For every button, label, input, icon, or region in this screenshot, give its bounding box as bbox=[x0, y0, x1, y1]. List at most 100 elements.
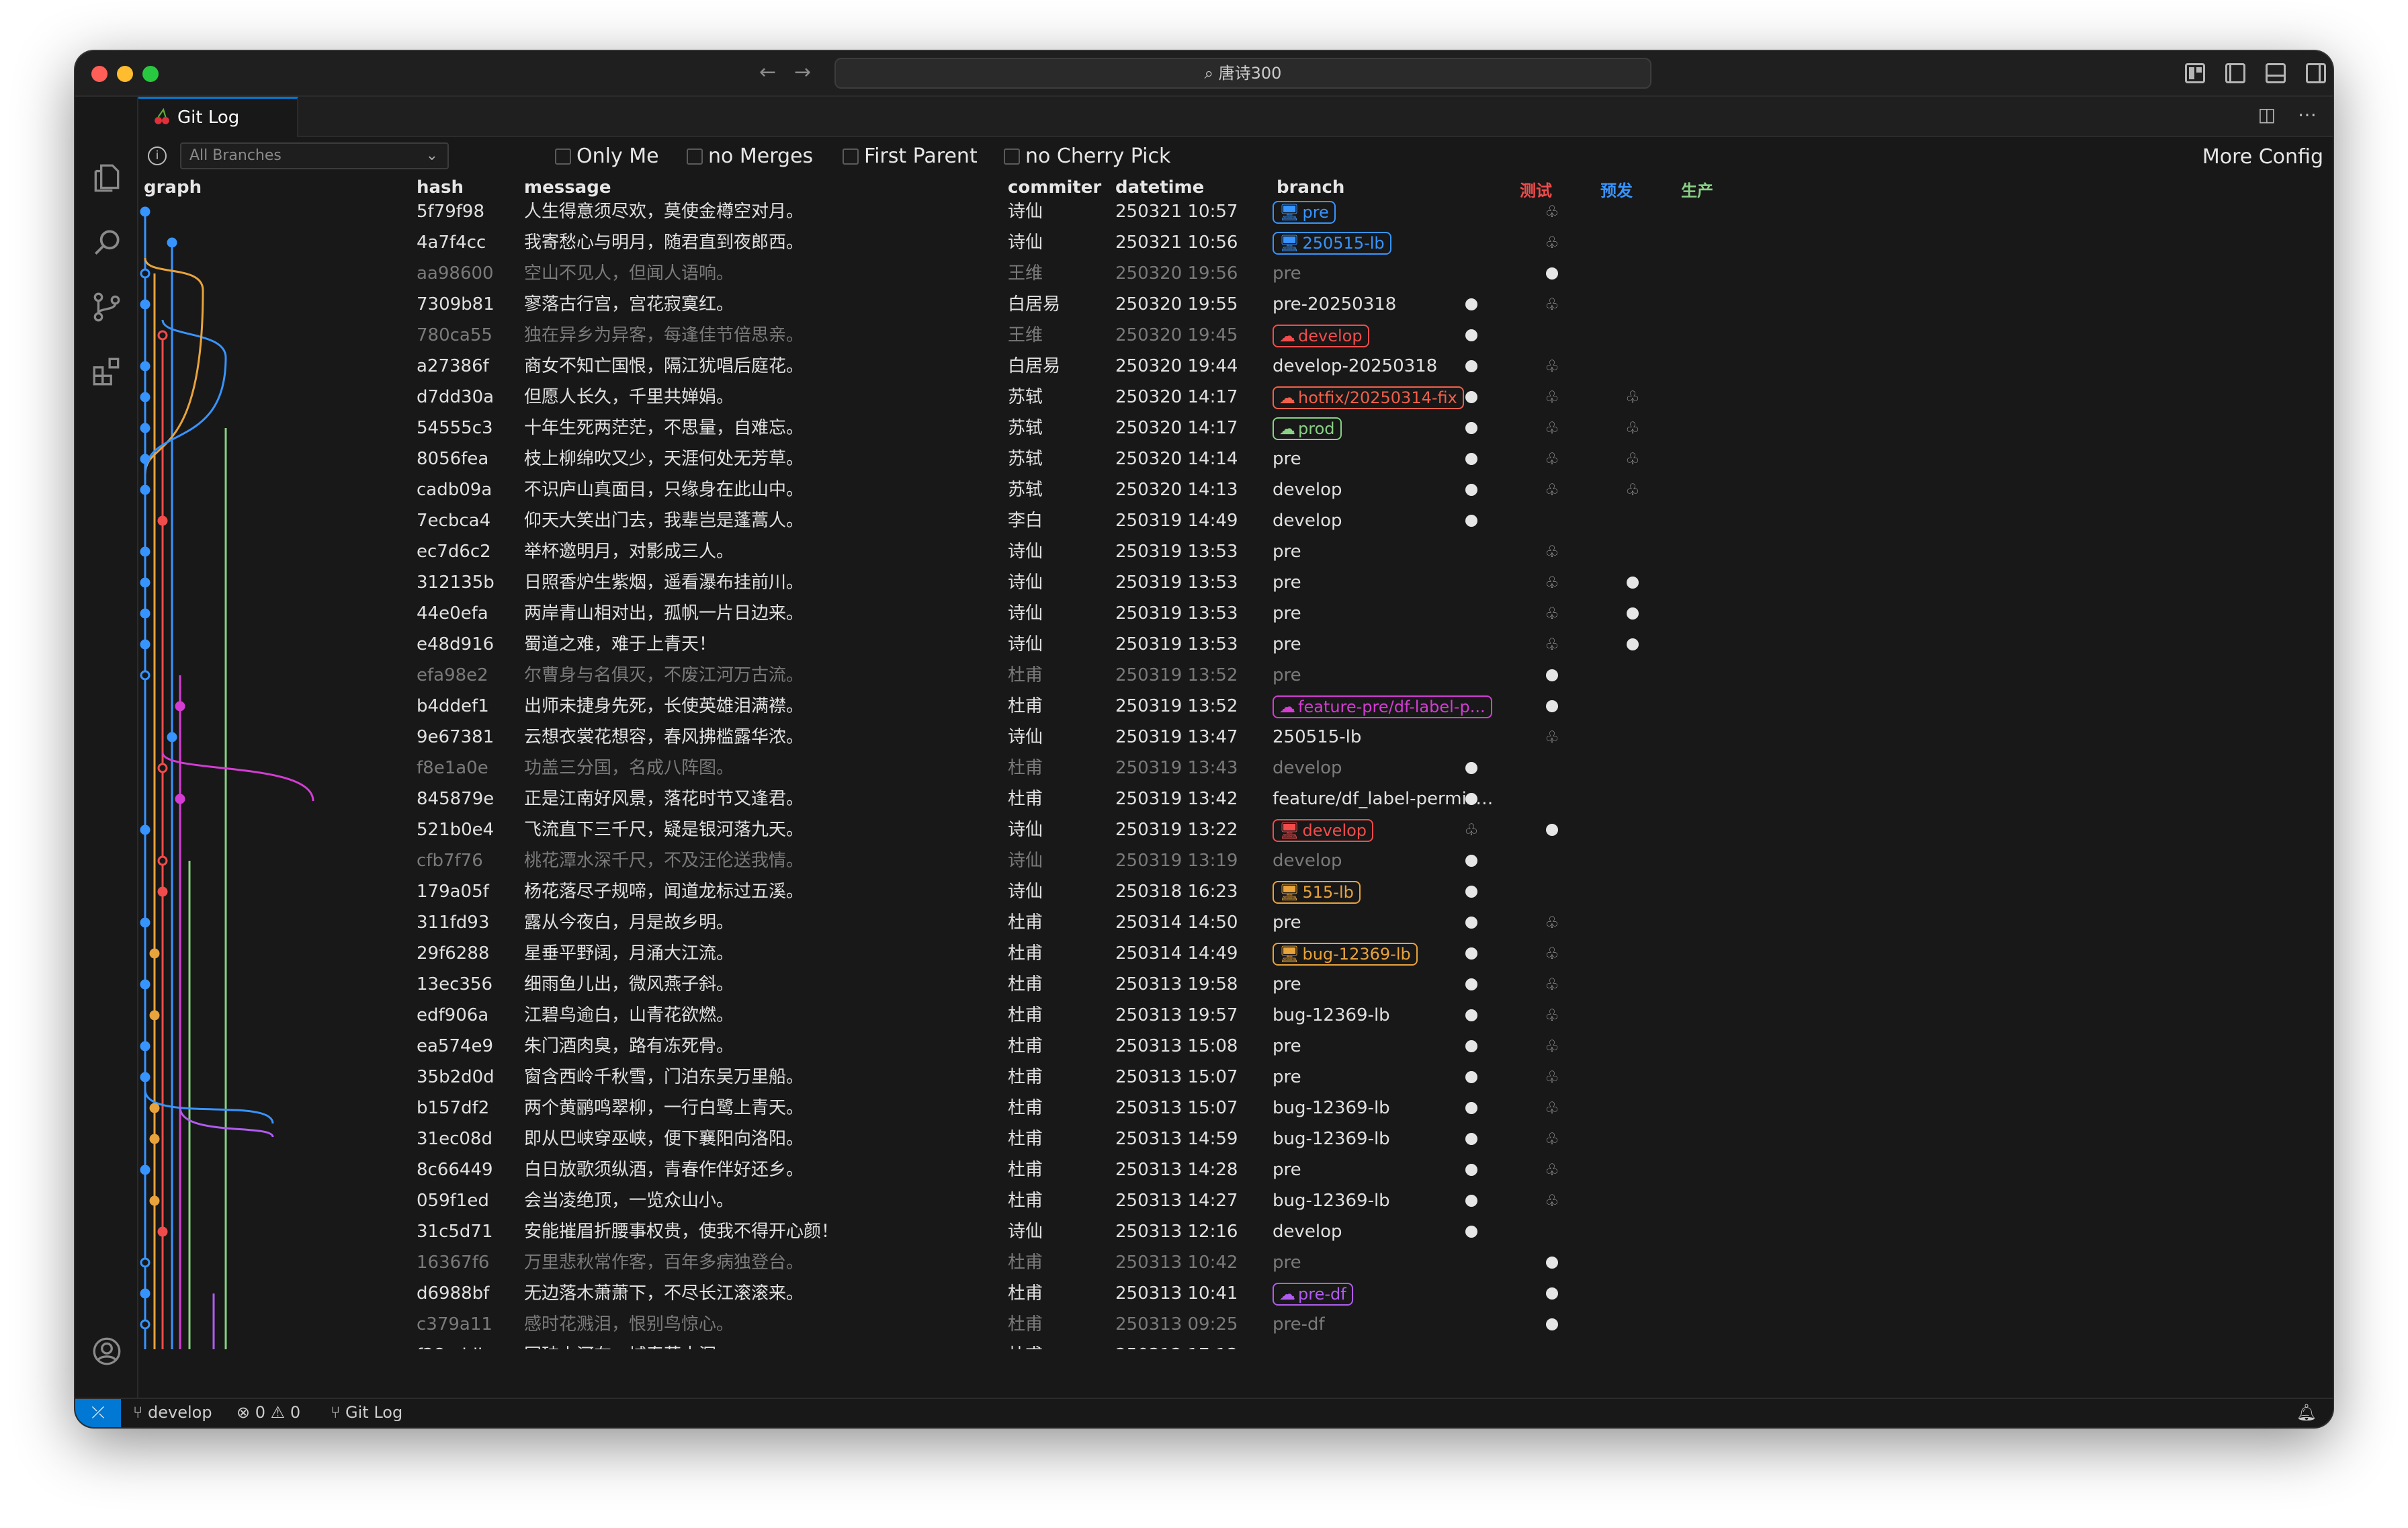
extensions-icon[interactable] bbox=[90, 355, 124, 388]
table-row[interactable]: 7309b81 寥落古行宫，宫花寂寞红。 白居易 250320 19:55 pre-20… bbox=[138, 289, 2333, 320]
table-row[interactable]: ea574e9 朱门酒肉臭，路有冻死骨。 杜甫 250313 15:08 pre ♧ bbox=[138, 1031, 2333, 1062]
only-me-checkbox[interactable]: Only Me bbox=[555, 145, 659, 168]
table-row[interactable]: 29f6288 星垂平野阔，月涌大江流。 杜甫 250314 14:49 🖥︎ bug-1… bbox=[138, 938, 2333, 969]
commit-datetime: 250319 13:22 bbox=[1115, 820, 1238, 840]
table-row[interactable]: a27386f 商女不知亡国恨，隔江犹唱后庭花。 白居易 250320 19:44 de… bbox=[138, 351, 2333, 382]
commit-datetime: 250319 13:19 bbox=[1115, 851, 1238, 871]
close-window-button[interactable] bbox=[91, 66, 108, 82]
table-row[interactable]: 5f79f98 人生得意须尽欢，莫使金樽空对月。 诗仙 250321 10:57 🖥︎ p… bbox=[138, 196, 2333, 227]
env-test-cell bbox=[1458, 1123, 1485, 1154]
info-icon[interactable]: i bbox=[148, 146, 167, 165]
table-row[interactable]: 845879e 正是江南好风景，落花时节又逢君。 杜甫 250319 13:42 fea… bbox=[138, 783, 2333, 814]
table-row[interactable]: d7dd30a 但愿人长久，千里共婵娟。 苏轼 250320 14:17 ☁ hotfix… bbox=[138, 382, 2333, 413]
source-control-icon[interactable] bbox=[90, 290, 124, 324]
more-actions-icon[interactable]: ⋯ bbox=[2298, 103, 2317, 126]
status-branch[interactable]: ⑂ develop bbox=[133, 1399, 212, 1426]
table-row[interactable]: 311fd93 露从今夜白，月是故乡明。 杜甫 250314 14:50 pre ♧ bbox=[138, 907, 2333, 938]
table-row[interactable]: aa98600 空山不见人，但闻人语响。 王维 250320 19:56 pre bbox=[138, 258, 2333, 289]
first-parent-checkbox[interactable]: First Parent bbox=[843, 145, 978, 168]
notifications-bell-icon[interactable]: 🔔︎ bbox=[2296, 1399, 2317, 1426]
table-row[interactable]: 7ecbca4 仰天大笑出门去，我辈岂是蓬蒿人。 李白 250319 14:49 dev… bbox=[138, 505, 2333, 536]
no-merges-checkbox[interactable]: no Merges bbox=[687, 145, 813, 168]
more-config-button[interactable]: More Config bbox=[2202, 145, 2323, 169]
branch-tag[interactable]: 🖥︎ pre bbox=[1273, 200, 1336, 224]
table-row[interactable]: 13ec356 细雨鱼儿出，微风燕子斜。 杜甫 250313 19:58 pre ♧ bbox=[138, 969, 2333, 1000]
minimize-window-button[interactable] bbox=[117, 66, 133, 82]
table-row[interactable]: 8056fea 枝上柳绵吹又少，天涯何处无芳草。 苏轼 250320 14:14 pre… bbox=[138, 443, 2333, 474]
explorer-icon[interactable] bbox=[90, 161, 124, 195]
commit-branch: pre bbox=[1273, 572, 1301, 593]
toggle-panel-icon[interactable] bbox=[2266, 63, 2286, 83]
commit-author: 诗仙 bbox=[1008, 542, 1043, 562]
branch-tag[interactable]: ☁ feature-pre/df-label-p... bbox=[1273, 695, 1492, 718]
search-icon[interactable] bbox=[90, 226, 124, 259]
maximize-window-button[interactable] bbox=[142, 66, 159, 82]
table-row[interactable]: 8c66449 白日放歌须纵酒，青春作伴好还乡。 杜甫 250313 14:28 pre… bbox=[138, 1154, 2333, 1185]
branch-tag[interactable]: 🖥︎ 250515-lb bbox=[1273, 231, 1391, 255]
table-row[interactable]: 16367f6 万里悲秋常作客，百年多病独登台。 杜甫 250313 10:42 pre bbox=[138, 1247, 2333, 1278]
commit-datetime: 250321 10:57 bbox=[1115, 202, 1238, 222]
checkbox-box[interactable] bbox=[555, 148, 571, 165]
deployed-dot-icon bbox=[1546, 1318, 1558, 1330]
commit-author: 杜甫 bbox=[1008, 1283, 1043, 1304]
table-row[interactable]: f28addb 国破山河在，城春草木深。 杜甫 250312 17:13 pre bbox=[138, 1340, 2333, 1349]
customize-layout-icon[interactable] bbox=[2185, 63, 2205, 83]
table-row[interactable]: 521b0e4 飞流直下三千尺，疑是银河落九天。 诗仙 250319 13:22 🖥︎ d… bbox=[138, 814, 2333, 845]
branch-tag[interactable]: 🖥︎ bug-12369-lb bbox=[1273, 942, 1418, 966]
checkbox-box[interactable] bbox=[1004, 148, 1020, 165]
back-arrow-icon[interactable]: ← bbox=[759, 60, 776, 84]
commit-hash: d7dd30a bbox=[417, 387, 494, 407]
table-row[interactable]: 179a05f 杨花落尽子规啼，闻道龙标过五溪。 诗仙 250318 16:23 🖥︎ 5… bbox=[138, 876, 2333, 907]
status-git-log[interactable]: ⑂ Git Log bbox=[331, 1399, 402, 1426]
table-row[interactable]: 059f1ed 会当凌绝顶，一览众山小。 杜甫 250313 14:27 bug-123… bbox=[138, 1185, 2333, 1216]
env-pre-group-icon: ♧ bbox=[1545, 419, 1559, 437]
split-editor-icon[interactable]: ◫ bbox=[2258, 103, 2276, 126]
table-row[interactable]: cfb7f76 桃花潭水深千尺，不及汪伦送我情。 诗仙 250319 13:19 dev… bbox=[138, 845, 2333, 876]
table-row[interactable]: b4ddef1 出师未捷身先死，长使英雄泪满襟。 杜甫 250319 13:52 ☁ fe… bbox=[138, 691, 2333, 722]
checkbox-box[interactable] bbox=[687, 148, 703, 165]
table-row[interactable]: c379a11 感时花溅泪，恨别鸟惊心。 杜甫 250313 09:25 pre-df bbox=[138, 1309, 2333, 1340]
branch-tag[interactable]: ☁ pre-df bbox=[1273, 1282, 1353, 1306]
branch-tag[interactable]: ☁ prod bbox=[1273, 417, 1342, 440]
commit-datetime: 250313 14:59 bbox=[1115, 1129, 1238, 1149]
toggle-primary-sidebar-icon[interactable] bbox=[2225, 63, 2245, 83]
table-row[interactable]: 312135b 日照香炉生紫烟，遥看瀑布挂前川。 诗仙 250319 13:53 pre… bbox=[138, 567, 2333, 598]
env-test-cell bbox=[1458, 320, 1485, 351]
command-center-search[interactable]: ⌕ 唐诗300 bbox=[834, 58, 1651, 89]
branch-tag-label: feature-pre/df-label-p... bbox=[1298, 697, 1486, 716]
table-row[interactable]: 9e67381 云想衣裳花想容，春风拂槛露华浓。 诗仙 250319 13:47 250… bbox=[138, 722, 2333, 753]
table-row[interactable]: ec7d6c2 举杯邀明月，对影成三人。 诗仙 250319 13:53 pre ♧ bbox=[138, 536, 2333, 567]
branch-tag[interactable]: ☁ develop bbox=[1273, 324, 1369, 347]
table-row[interactable]: d6988bf 无边落木萧萧下，不尽长江滚滚来。 杜甫 250313 10:41 ☁ pr… bbox=[138, 1278, 2333, 1309]
editor-tab-bar: Git Log ◫ ⋯ bbox=[138, 97, 2333, 137]
commit-message: 枝上柳绵吹又少，天涯何处无芳草。 bbox=[524, 449, 804, 469]
commit-author: 杜甫 bbox=[1008, 1340, 1043, 1349]
status-problems[interactable]: ⊗ 0 ⚠ 0 bbox=[236, 1399, 300, 1426]
account-icon[interactable] bbox=[90, 1334, 124, 1368]
branch-tag[interactable]: ☁ hotfix/20250314-fix bbox=[1273, 386, 1464, 409]
table-row[interactable]: 54555c3 十年生死两茫茫，不思量，自难忘。 苏轼 250320 14:17 ☁ pr… bbox=[138, 413, 2333, 443]
table-row[interactable]: edf906a 江碧鸟逾白，山青花欲燃。 杜甫 250313 19:57 bug-123… bbox=[138, 1000, 2333, 1031]
table-row[interactable]: e48d916 蜀道之难，难于上青天！ 诗仙 250319 13:53 pre ♧ bbox=[138, 629, 2333, 660]
commit-hash: a27386f bbox=[417, 356, 489, 376]
table-row[interactable]: b157df2 两个黄鹂鸣翠柳，一行白鹭上青天。 杜甫 250313 15:07 bug… bbox=[138, 1093, 2333, 1123]
table-row[interactable]: f8e1a0e 功盖三分国，名成八阵图。 杜甫 250319 13:43 develop bbox=[138, 753, 2333, 783]
table-row[interactable]: 780ca55 独在异乡为异客，每逢佳节倍思亲。 王维 250320 19:45 ☁ de… bbox=[138, 320, 2333, 351]
table-row[interactable]: 31ec08d 即从巴峡穿巫峡，便下襄阳向洛阳。 杜甫 250313 14:59 bug… bbox=[138, 1123, 2333, 1154]
table-row[interactable]: cadb09a 不识庐山真面目，只缘身在此山中。 苏轼 250320 14:13 dev… bbox=[138, 474, 2333, 505]
remote-indicator-icon[interactable]: ⤫ bbox=[75, 1399, 121, 1427]
error-icon: ⊗ bbox=[236, 1403, 255, 1422]
checkbox-box[interactable] bbox=[843, 148, 859, 165]
toggle-secondary-sidebar-icon[interactable] bbox=[2306, 63, 2326, 83]
table-row[interactable]: 44e0efa 两岸青山相对出，孤帆一片日边来。 诗仙 250319 13:53 pre… bbox=[138, 598, 2333, 629]
table-row[interactable]: 4a7f4cc 我寄愁心与明月，随君直到夜郎西。 诗仙 250321 10:56 🖥︎ 2… bbox=[138, 227, 2333, 258]
branch-tag[interactable]: 🖥︎ develop bbox=[1273, 818, 1374, 842]
tab-git-log[interactable]: Git Log bbox=[138, 97, 298, 137]
table-row[interactable]: efa98e2 尔曹身与名俱灭，不废江河万古流。 杜甫 250319 13:52 pre bbox=[138, 660, 2333, 691]
branch-select[interactable]: All Branches ⌄ bbox=[180, 142, 449, 169]
forward-arrow-icon[interactable]: → bbox=[794, 60, 811, 84]
table-row[interactable]: 31c5d71 安能摧眉折腰事权贵，使我不得开心颜！ 诗仙 250313 12:16 d… bbox=[138, 1216, 2333, 1247]
no-cherry-pick-checkbox[interactable]: no Cherry Pick bbox=[1004, 145, 1170, 168]
branch-tag[interactable]: 🖥︎ 515-lb bbox=[1273, 880, 1361, 904]
table-row[interactable]: 35b2d0d 窗含西岭千秋雪，门泊东吴万里船。 杜甫 250313 15:07 pre… bbox=[138, 1062, 2333, 1093]
